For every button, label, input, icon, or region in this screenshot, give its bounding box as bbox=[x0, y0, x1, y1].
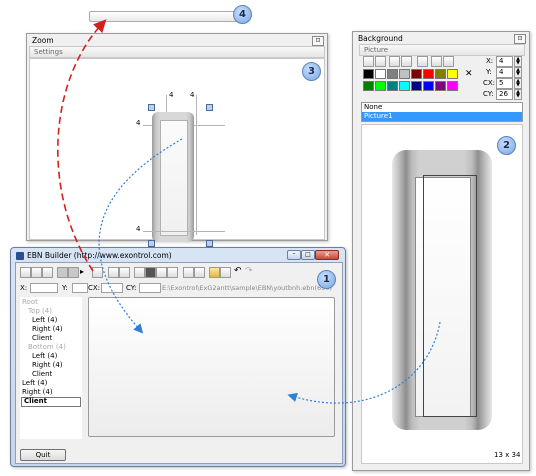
arrow-zoomtool-to-input bbox=[57, 19, 107, 272]
annotation-arrows bbox=[57, 19, 441, 404]
arrow-zoom-to-canvas bbox=[98, 138, 183, 334]
arrow-preview-to-canvas bbox=[287, 321, 441, 404]
